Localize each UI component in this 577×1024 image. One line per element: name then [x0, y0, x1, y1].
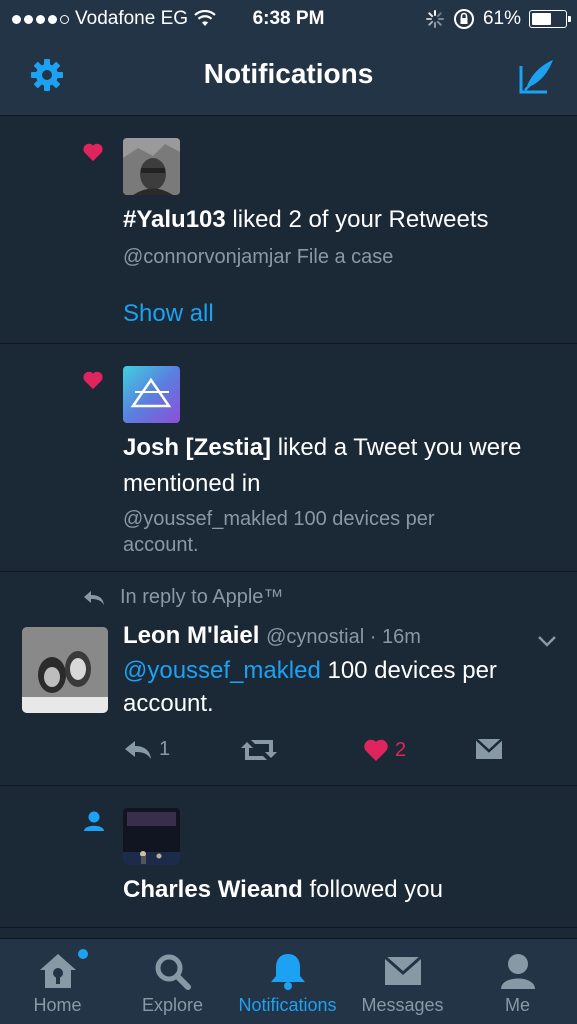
battery-percent: 61%	[482, 8, 521, 29]
tweet-item[interactable]: In reply to Apple™ Leon M'laiel @cynosti…	[0, 572, 577, 786]
notification-text: #Yalu103 liked 2 of your Retweets	[123, 202, 557, 238]
tab-messages[interactable]: Messages	[345, 939, 460, 1024]
reply-icon	[125, 740, 151, 759]
envelope-icon	[383, 955, 422, 985]
reply-to-label: In reply to Apple™	[120, 586, 284, 608]
avatar[interactable]	[123, 366, 180, 423]
tab-label: Me	[504, 995, 530, 1015]
status-right: 61%	[425, 8, 571, 30]
tweet-preview: @youssef_makled 100 devices per account.	[123, 508, 435, 556]
tab-notifications[interactable]: Notifications	[230, 939, 345, 1024]
activity-spinner-icon	[425, 10, 444, 28]
status-bar: Vodafone EG 6:38 PM 61%	[0, 0, 577, 38]
heart-icon	[364, 739, 388, 761]
bell-icon	[270, 954, 305, 990]
actor-name[interactable]: Charles Wieand	[123, 876, 303, 903]
envelope-icon	[475, 738, 503, 759]
chevron-down-icon[interactable]	[537, 634, 557, 648]
retweet-button[interactable]	[241, 738, 277, 762]
mention-link[interactable]: @youssef_makled	[123, 657, 321, 684]
actor-name[interactable]: Josh [Zestia]	[123, 434, 271, 461]
new-content-badge	[78, 949, 88, 959]
retweet-icon	[241, 740, 277, 760]
tab-label: Messages	[361, 995, 444, 1015]
show-all-link[interactable]: Show all	[123, 296, 557, 332]
like-button[interactable]: 2	[363, 738, 406, 762]
rotation-lock-icon	[453, 9, 474, 29]
tab-me[interactable]: Me	[460, 939, 575, 1024]
tweet-actions: 1 2	[123, 738, 523, 768]
navigation-bar: Notifications	[0, 38, 577, 116]
reply-button[interactable]: 1	[123, 738, 170, 761]
tweet-preview: @connorvonjamjar File a case	[123, 246, 394, 268]
notification-action: followed you	[302, 876, 443, 903]
tab-label: Explore	[141, 995, 204, 1015]
tab-explore[interactable]: Explore	[115, 939, 230, 1024]
actor-name[interactable]: #Yalu103	[123, 206, 226, 233]
avatar[interactable]	[123, 808, 180, 865]
person-icon	[84, 811, 104, 831]
notification-item[interactable]: Charles Wieand followed you	[0, 786, 577, 928]
notification-item[interactable]: #Yalu103 liked 2 of your Retweets @conno…	[0, 116, 577, 344]
compose-tweet-icon[interactable]	[517, 56, 557, 96]
heart-icon	[83, 143, 103, 162]
home-icon	[39, 954, 76, 988]
author-name[interactable]: Leon M'laiel	[123, 622, 259, 649]
notification-action: liked 2 of your Retweets	[225, 206, 489, 233]
author-handle: @cynostial · 16m	[266, 626, 421, 648]
tab-label: Notifications	[238, 995, 337, 1015]
direct-message-button[interactable]	[475, 738, 503, 760]
avatar[interactable]	[123, 138, 180, 195]
notification-text: Josh [Zestia] liked a Tweet you were men…	[123, 430, 557, 502]
avatar[interactable]	[22, 627, 108, 713]
tweet-header: Leon M'laiel @cynostial · 16m	[123, 622, 421, 650]
notification-item[interactable]: Josh [Zestia] liked a Tweet you were men…	[0, 344, 577, 572]
notification-text: Charles Wieand followed you	[123, 872, 557, 908]
tab-bar: Home Explore Notifications Messages Me	[0, 938, 577, 1024]
notification-list: #Yalu103 liked 2 of your Retweets @conno…	[0, 116, 577, 928]
like-count: 2	[395, 738, 407, 761]
person-icon	[500, 954, 535, 989]
heart-icon	[83, 371, 103, 390]
reply-context: In reply to Apple™	[82, 586, 283, 609]
battery-icon	[529, 10, 571, 28]
tweet-text: @youssef_makled 100 devices per account.	[123, 654, 557, 720]
tab-label: Home	[33, 995, 82, 1015]
tab-home[interactable]: Home	[0, 939, 115, 1024]
reply-arrow-icon	[84, 590, 104, 605]
search-icon	[155, 954, 191, 990]
reply-count: 1	[159, 738, 171, 760]
page-title: Notifications	[203, 58, 374, 89]
